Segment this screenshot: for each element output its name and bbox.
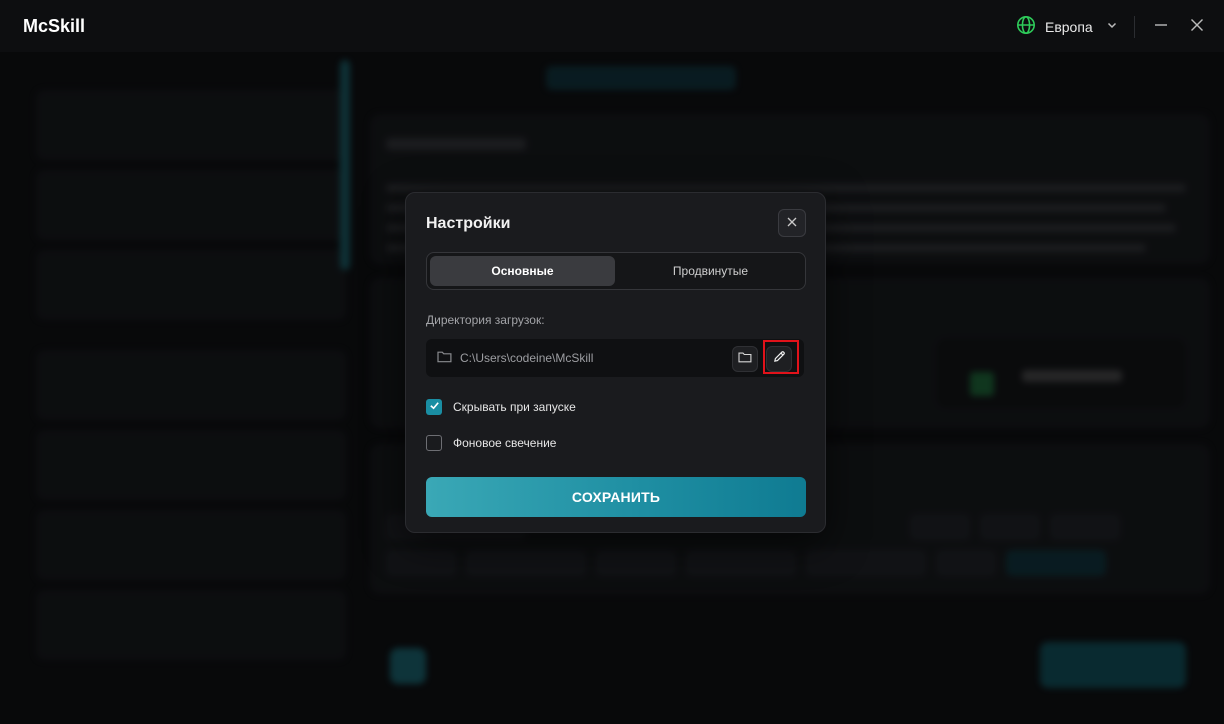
- check-icon: [429, 398, 440, 416]
- app-title: McSkill: [23, 16, 86, 36]
- settings-tabs: Основные Продвинутые: [426, 252, 806, 290]
- background-glow-label: Фоновое свечение: [453, 436, 557, 450]
- background-glow-option[interactable]: Фоновое свечение: [426, 435, 556, 451]
- close-icon: [1190, 18, 1204, 37]
- hide-on-launch-checkbox[interactable]: [426, 399, 442, 415]
- browse-folder-button[interactable]: [732, 346, 758, 372]
- minimize-icon: [1154, 18, 1168, 37]
- dialog-title: Настройки: [426, 215, 511, 232]
- hide-on-launch-option[interactable]: Скрывать при запуске: [426, 399, 576, 415]
- save-button[interactable]: СОХРАНИТЬ: [426, 477, 806, 517]
- download-directory-field: [426, 339, 804, 377]
- title-bar: McSkill Европа: [0, 0, 1224, 52]
- minimize-button[interactable]: [1148, 14, 1174, 40]
- download-directory-input[interactable]: [460, 349, 720, 367]
- folder-icon: [738, 350, 752, 368]
- hide-on-launch-label: Скрывать при запуске: [453, 400, 576, 414]
- close-icon: [787, 214, 797, 232]
- region-selector[interactable]: Европа: [1016, 15, 1118, 40]
- download-directory-label: Директория загрузок:: [426, 313, 545, 327]
- chevron-down-icon: [1106, 18, 1118, 36]
- tab-basic[interactable]: Основные: [430, 256, 615, 286]
- settings-dialog: Настройки Основные Продвинутые Директори…: [405, 192, 826, 533]
- region-label: Европа: [1045, 19, 1093, 35]
- close-dialog-button[interactable]: [778, 209, 806, 237]
- globe-icon: [1016, 15, 1036, 40]
- pencil-icon: [773, 350, 786, 368]
- folder-icon: [437, 350, 452, 368]
- titlebar-divider: [1134, 16, 1135, 38]
- background-glow-checkbox[interactable]: [426, 435, 442, 451]
- close-window-button[interactable]: [1184, 14, 1210, 40]
- tab-advanced[interactable]: Продвинутые: [618, 256, 803, 286]
- edit-path-button[interactable]: [766, 346, 792, 372]
